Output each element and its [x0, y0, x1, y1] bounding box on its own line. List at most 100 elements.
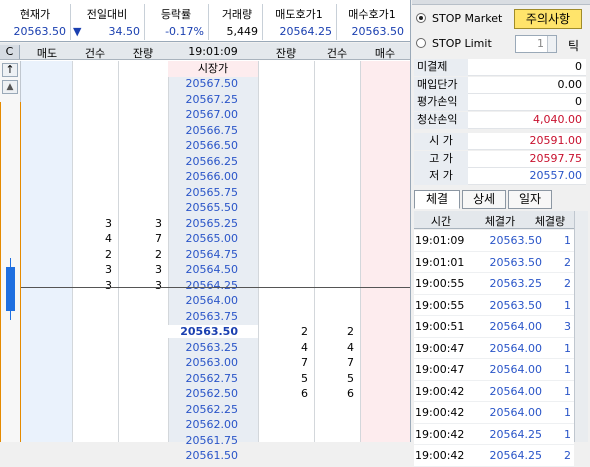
price-cell[interactable]: 20563.75 [168, 310, 258, 323]
price-cell[interactable]: 20566.00 [168, 170, 258, 183]
side-toggle-button[interactable]: C [0, 45, 20, 59]
bid-remain-cell: 6 [301, 387, 308, 400]
fills-scrollbar[interactable] [574, 211, 588, 442]
fill-row: 19:00:47 20564.00 1 [414, 337, 574, 359]
price-level-row: 20561.75 [0, 434, 410, 450]
stop-market-radio[interactable] [416, 13, 426, 23]
fill-price: 20564.00 [489, 320, 543, 333]
price-cell[interactable]: 20561.75 [168, 434, 258, 447]
col-ask: 매도 [36, 47, 58, 60]
account-label: 매입단가 [414, 76, 468, 94]
ask-count-cell: 4 [105, 232, 112, 245]
price-cell[interactable]: 20562.25 [168, 403, 258, 416]
price-level-row: 20561.50 [0, 449, 410, 465]
price-level-row: 20566.50 [0, 139, 410, 155]
market-price-label[interactable]: 시장가 [168, 61, 258, 77]
price-cell[interactable]: 20567.25 [168, 93, 258, 106]
fill-price: 20564.00 [489, 384, 543, 398]
price-cell[interactable]: 20564.75 [168, 248, 258, 261]
bid-remain-cell: 5 [301, 371, 308, 385]
price-cell[interactable]: 20562.75 [168, 372, 258, 385]
price-cell[interactable]: 20566.25 [168, 155, 258, 168]
fill-price: 20564.00 [489, 363, 543, 376]
fill-qty: 1 [564, 363, 571, 376]
price-cell[interactable]: 20562.50 [168, 387, 258, 400]
price-level-row: 20563.50 2 2 [0, 325, 410, 341]
price-level-row: 20565.75 [0, 186, 410, 202]
account-label: 청산손익 [414, 111, 468, 129]
ask-remain-cell: 3 [155, 216, 162, 230]
current-price-cell[interactable]: 20563.50 [168, 325, 258, 338]
price-stat-label: 시 가 [414, 133, 468, 150]
price-cell[interactable]: 20563.25 [168, 341, 258, 354]
divider [262, 4, 263, 40]
ask1-value: 20564.25 [279, 25, 333, 38]
fill-row: 19:00:55 20563.50 1 [414, 294, 574, 316]
fill-row: 19:00:47 20564.00 1 [414, 359, 574, 381]
tab-fills[interactable]: 체결 [414, 190, 460, 209]
fill-price: 20563.25 [489, 277, 543, 290]
header-change: 전일대비 [86, 8, 128, 21]
ask-count-cell: 2 [105, 247, 112, 261]
account-row: 매입단가 0.00 [414, 76, 586, 94]
price-cell[interactable]: 20563.00 [168, 356, 258, 369]
fills-col-price: 체결가 [484, 215, 516, 228]
price-cell[interactable]: 20567.00 [168, 108, 258, 121]
account-value: 0 [575, 60, 582, 73]
fill-time: 19:01:01 [415, 255, 465, 269]
book-time: 19:01:09 [188, 45, 238, 58]
fill-price: 20564.25 [489, 449, 543, 462]
price-level-row: 2 2 20564.75 [0, 248, 410, 264]
header-bid1: 매수호가1 [348, 8, 396, 21]
current-price-value: 20563.50 [13, 25, 67, 38]
fill-time: 19:00:51 [415, 320, 465, 333]
price-cell[interactable]: 20565.75 [168, 186, 258, 199]
price-level-row: 3 3 20564.50 [0, 263, 410, 279]
ask-remain-cell: 3 [155, 278, 162, 292]
price-cell[interactable]: 20566.50 [168, 139, 258, 152]
price-cell[interactable]: 20562.00 [168, 418, 258, 431]
price-stat-value: 20597.75 [529, 151, 583, 165]
fill-time: 19:00:42 [415, 427, 465, 441]
caution-button[interactable]: 주의사항 [514, 9, 582, 29]
down-arrow-icon: ▼ [73, 25, 82, 38]
stop-limit-label[interactable]: STOP Limit [432, 37, 492, 50]
fill-qty: 3 [564, 320, 571, 333]
bid-count-cell: 7 [347, 356, 354, 369]
price-level-row: 20564.00 [0, 294, 410, 310]
ask-remain-cell: 7 [155, 232, 162, 245]
order-book-header: C 매도 건수 잔량 19:01:09 잔량 건수 매수 [0, 43, 410, 60]
tick-spinner[interactable] [547, 36, 556, 52]
price-level-row: 20566.25 [0, 155, 410, 171]
account-value: 4,040.00 [533, 112, 582, 126]
col-bid-remain: 잔량 [275, 47, 297, 60]
divider [208, 4, 209, 40]
scroll-up-button[interactable]: ↑ [2, 63, 18, 77]
tab-detail[interactable]: 상세 [462, 190, 506, 209]
price-level-row: 20562.75 5 5 [0, 372, 410, 388]
fill-qty: 2 [564, 277, 571, 290]
price-cell[interactable]: 20565.00 [168, 232, 258, 245]
price-cell[interactable]: 20565.25 [168, 217, 258, 230]
price-cell[interactable]: 20565.50 [168, 201, 258, 214]
tab-daily[interactable]: 일자 [508, 190, 552, 209]
price-cell[interactable]: 20564.50 [168, 263, 258, 276]
divider [336, 4, 337, 40]
fill-time: 19:00:42 [415, 384, 465, 398]
stop-market-label[interactable]: STOP Market [432, 12, 502, 25]
price-cell[interactable]: 20567.50 [168, 77, 258, 90]
col-ask-remain: 잔량 [132, 47, 154, 60]
account-row: 청산손익 4,040.00 [414, 111, 586, 129]
price-cell[interactable]: 20566.75 [168, 124, 258, 137]
ask-count-cell: 3 [105, 263, 112, 276]
stop-limit-radio[interactable] [416, 38, 426, 48]
price-cell[interactable]: 20564.25 [168, 279, 258, 292]
price-cell[interactable]: 20561.50 [168, 449, 258, 462]
price-stat-value: 20557.00 [529, 169, 583, 182]
fill-qty: 1 [564, 234, 571, 247]
price-cell[interactable]: 20564.00 [168, 294, 258, 307]
header-change-rate: 등락률 [160, 8, 192, 21]
price-level-row: 3 3 20565.25 [0, 217, 410, 233]
price-stat-label: 고 가 [414, 150, 468, 168]
fills-col-qty: 체결량 [534, 215, 566, 228]
